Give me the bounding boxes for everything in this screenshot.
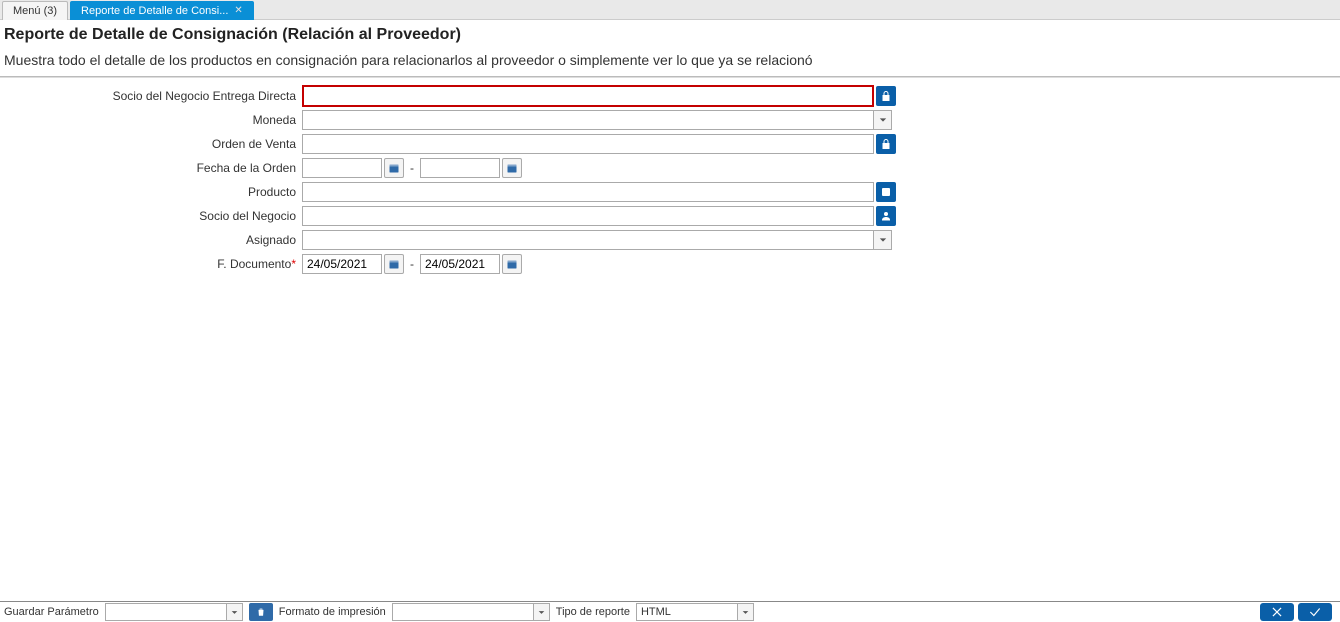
tab-bar: Menú (3) Reporte de Detalle de Consi... … [0, 0, 1340, 20]
chevron-down-icon[interactable] [873, 111, 891, 129]
fecha-orden-to-input[interactable] [420, 158, 500, 178]
footer-bar: Guardar Parámetro Formato de impresión T… [0, 601, 1340, 622]
f-documento-from-input[interactable] [302, 254, 382, 274]
close-icon[interactable]: ✕ [234, 6, 242, 16]
calendar-icon[interactable] [502, 254, 522, 274]
chevron-down-icon[interactable] [873, 231, 891, 249]
label-asignado: Asignado [0, 233, 302, 247]
socio-negocio-input[interactable] [302, 206, 874, 226]
form-area: Socio del Negocio Entrega Directa Moneda… [0, 77, 1340, 276]
label-f-documento: F. Documento* [0, 257, 302, 271]
confirm-button[interactable] [1298, 603, 1332, 621]
required-asterisk: * [291, 257, 296, 271]
label-guardar-parametro: Guardar Parámetro [4, 606, 99, 618]
producto-input[interactable] [302, 182, 874, 202]
date-range-separator: - [406, 161, 418, 175]
f-documento-to-input[interactable] [420, 254, 500, 274]
label-formato-impresion: Formato de impresión [279, 606, 386, 618]
partner-icon[interactable] [876, 206, 896, 226]
cancel-button[interactable] [1260, 603, 1294, 621]
label-producto: Producto [0, 185, 302, 199]
date-range-separator: - [406, 257, 418, 271]
product-icon[interactable] [876, 182, 896, 202]
label-orden-venta: Orden de Venta [0, 137, 302, 151]
label-socio-negocio: Socio del Negocio [0, 209, 302, 223]
f-documento-text: F. Documento [217, 257, 291, 271]
label-tipo-reporte: Tipo de reporte [556, 606, 630, 618]
guardar-parametro-select[interactable] [105, 603, 243, 621]
header-area: Reporte de Detalle de Consignación (Rela… [0, 20, 1340, 77]
chevron-down-icon[interactable] [533, 604, 549, 620]
calendar-icon[interactable] [384, 254, 404, 274]
page-description: Muestra todo el detalle de los productos… [4, 52, 1334, 68]
delete-button[interactable] [249, 603, 273, 621]
formato-impresion-select[interactable] [392, 603, 550, 621]
label-socio-directa: Socio del Negocio Entrega Directa [0, 89, 302, 103]
lookup-icon[interactable] [876, 86, 896, 106]
socio-directa-input[interactable] [302, 85, 874, 107]
label-moneda: Moneda [0, 113, 302, 127]
tab-report-active[interactable]: Reporte de Detalle de Consi... ✕ [70, 1, 254, 20]
tab-menu[interactable]: Menú (3) [2, 1, 68, 20]
chevron-down-icon[interactable] [226, 604, 242, 620]
tipo-reporte-value: HTML [637, 606, 737, 618]
label-fecha-orden: Fecha de la Orden [0, 161, 302, 175]
calendar-icon[interactable] [384, 158, 404, 178]
orden-venta-input[interactable] [302, 134, 874, 154]
calendar-icon[interactable] [502, 158, 522, 178]
fecha-orden-from-input[interactable] [302, 158, 382, 178]
tab-active-label: Reporte de Detalle de Consi... [81, 5, 228, 17]
chevron-down-icon[interactable] [737, 604, 753, 620]
tab-menu-label: Menú (3) [13, 5, 57, 17]
lookup-icon[interactable] [876, 134, 896, 154]
page-title: Reporte de Detalle de Consignación (Rela… [4, 26, 1334, 44]
tipo-reporte-select[interactable]: HTML [636, 603, 754, 621]
asignado-select[interactable] [302, 230, 892, 250]
moneda-select[interactable] [302, 110, 892, 130]
